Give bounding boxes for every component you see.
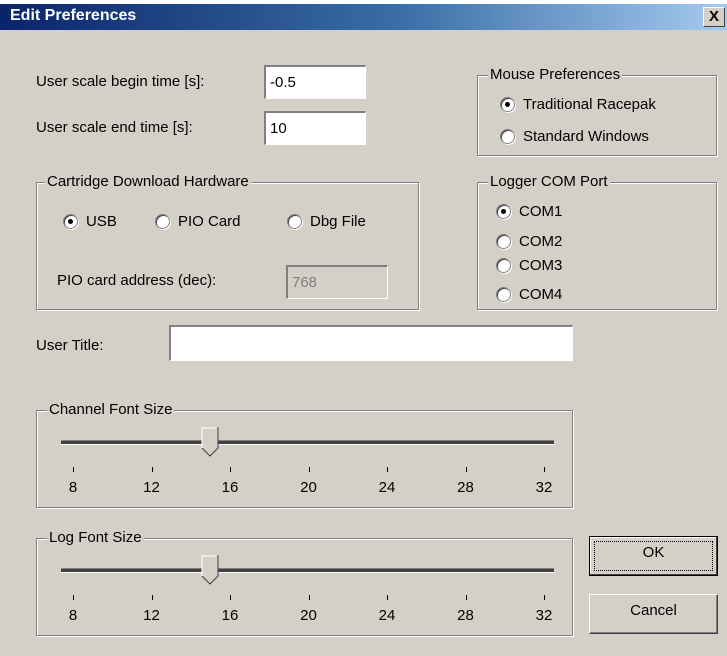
slider-tick bbox=[465, 467, 467, 472]
radio-dbg[interactable] bbox=[287, 213, 302, 229]
slider-tick-label: 16 bbox=[221, 607, 239, 624]
cartridge-option-dbg[interactable]: Dbg File bbox=[287, 213, 366, 230]
end-time-label: User scale end time [s]: bbox=[36, 119, 193, 136]
cartridge-option-label: Dbg File bbox=[310, 213, 366, 230]
slider-tick bbox=[73, 467, 74, 472]
cancel-button[interactable]: Cancel bbox=[589, 594, 718, 634]
radio-com3[interactable] bbox=[496, 257, 511, 273]
slider-tick-label: 20 bbox=[300, 479, 317, 496]
mouse-preferences-legend: Mouse Preferences bbox=[488, 66, 623, 83]
window-title: Edit Preferences bbox=[10, 7, 137, 24]
radio-usb[interactable] bbox=[63, 213, 78, 229]
slider-tick bbox=[308, 595, 310, 600]
slider-tick-label: 8 bbox=[68, 607, 78, 624]
cartridge-option-pio[interactable]: PIO Card bbox=[155, 213, 241, 230]
slider-tick bbox=[151, 467, 153, 472]
slider-tick-label: 32 bbox=[535, 607, 553, 624]
cancel-button-label: Cancel bbox=[630, 602, 677, 619]
radio-com1[interactable] bbox=[496, 203, 511, 219]
channel-font-size-group: Channel Font Size 8 12 16 20 24 28 32 bbox=[36, 401, 573, 508]
slider-tick bbox=[544, 595, 545, 600]
mouse-preferences-group: Mouse Preferences Traditional Racepak St… bbox=[477, 66, 717, 156]
channel-font-slider-track[interactable] bbox=[61, 440, 554, 445]
slider-tick-label: 24 bbox=[378, 479, 396, 496]
log-font-slider-track[interactable] bbox=[61, 568, 554, 573]
slider-tick bbox=[230, 595, 231, 600]
com-option-label: COM2 bbox=[519, 233, 563, 250]
user-title-label: User Title: bbox=[36, 337, 104, 354]
slider-tick-label: 12 bbox=[143, 607, 160, 624]
user-title-input[interactable] bbox=[169, 325, 573, 361]
slider-tick-label: 16 bbox=[221, 479, 239, 496]
radio-com2[interactable] bbox=[496, 233, 511, 249]
slider-tick-label: 8 bbox=[68, 479, 78, 496]
slider-tick-label: 12 bbox=[143, 479, 160, 496]
slider-tick bbox=[73, 595, 74, 600]
radio-com4[interactable] bbox=[496, 286, 511, 302]
begin-time-input[interactable] bbox=[264, 65, 366, 99]
com-option-label: COM3 bbox=[519, 257, 563, 274]
slider-tick-label: 24 bbox=[378, 607, 396, 624]
cartridge-hardware-group: Cartridge Download Hardware USB PIO Card… bbox=[36, 173, 419, 310]
begin-time-label: User scale begin time [s]: bbox=[36, 73, 205, 90]
mouse-option-label: Traditional Racepak bbox=[523, 96, 656, 113]
edit-preferences-dialog: Edit Preferences X User scale begin time… bbox=[0, 0, 727, 656]
slider-tick bbox=[387, 595, 388, 600]
pio-address-label: PIO card address (dec): bbox=[57, 272, 217, 289]
pio-address-input bbox=[286, 265, 388, 299]
channel-font-size-legend: Channel Font Size bbox=[47, 401, 175, 418]
close-icon: X bbox=[708, 8, 719, 25]
logger-com-port-group: Logger COM Port COM1 COM2 COM3 COM4 bbox=[477, 173, 717, 310]
com-option-label: COM4 bbox=[519, 286, 563, 303]
mouse-option-standard[interactable]: Standard Windows bbox=[500, 128, 649, 145]
cartridge-hardware-legend: Cartridge Download Hardware bbox=[45, 173, 251, 190]
com-option-2[interactable]: COM2 bbox=[496, 233, 562, 250]
slider-tick bbox=[151, 595, 153, 600]
slider-tick bbox=[230, 467, 231, 472]
log-font-slider-thumb[interactable] bbox=[201, 555, 219, 585]
slider-tick-label: 28 bbox=[457, 479, 474, 496]
com-option-4[interactable]: COM4 bbox=[496, 286, 562, 303]
log-font-size-group: Log Font Size 8 12 16 20 24 28 32 bbox=[36, 529, 573, 636]
logger-com-port-legend: Logger COM Port bbox=[488, 173, 610, 190]
cartridge-option-label: PIO Card bbox=[178, 213, 241, 230]
com-option-1[interactable]: COM1 bbox=[496, 203, 562, 220]
mouse-option-label: Standard Windows bbox=[523, 128, 649, 145]
slider-tick bbox=[544, 467, 545, 472]
channel-font-slider-thumb[interactable] bbox=[201, 427, 219, 457]
radio-pio[interactable] bbox=[155, 213, 170, 229]
slider-tick-label: 28 bbox=[457, 607, 474, 624]
slider-tick bbox=[465, 595, 467, 600]
com-option-label: COM1 bbox=[519, 203, 563, 220]
cartridge-option-label: USB bbox=[86, 213, 117, 230]
ok-button[interactable]: OK bbox=[589, 536, 718, 576]
cartridge-option-usb[interactable]: USB bbox=[63, 213, 117, 230]
radio-standard[interactable] bbox=[500, 128, 515, 144]
log-font-size-legend: Log Font Size bbox=[47, 529, 144, 546]
mouse-option-traditional[interactable]: Traditional Racepak bbox=[500, 96, 656, 113]
radio-traditional[interactable] bbox=[500, 96, 515, 112]
slider-tick-label: 32 bbox=[535, 479, 553, 496]
close-button[interactable]: X bbox=[703, 7, 725, 27]
title-bar[interactable]: Edit Preferences X bbox=[0, 4, 727, 30]
slider-tick bbox=[308, 467, 310, 472]
slider-tick bbox=[387, 467, 388, 472]
ok-button-label: OK bbox=[642, 544, 665, 561]
end-time-input[interactable] bbox=[264, 111, 366, 145]
com-option-3[interactable]: COM3 bbox=[496, 257, 562, 274]
slider-tick-label: 20 bbox=[300, 607, 317, 624]
